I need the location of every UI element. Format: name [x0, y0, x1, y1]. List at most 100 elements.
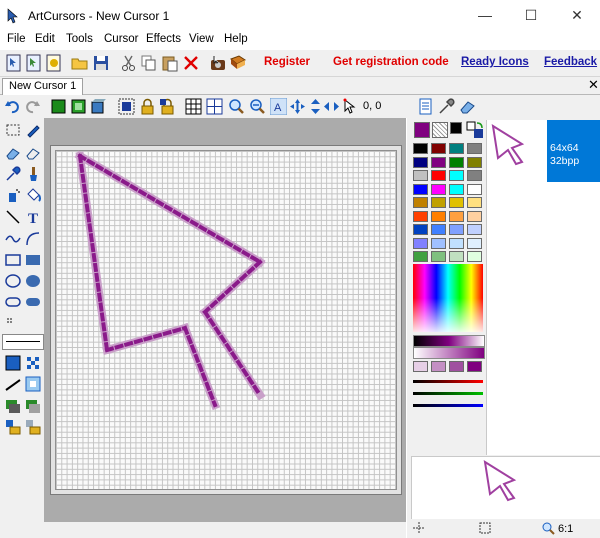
blue-slider[interactable]: [413, 404, 483, 407]
close-document-icon[interactable]: ✕: [588, 77, 599, 93]
lock-icon[interactable]: [139, 98, 156, 115]
red-slider[interactable]: [413, 380, 483, 383]
grid-2-icon[interactable]: [206, 98, 223, 115]
brightness-bar[interactable]: [413, 335, 485, 347]
menu-help[interactable]: Help: [224, 33, 248, 45]
color-swatch[interactable]: [413, 251, 428, 262]
eraser-tool-icon[interactable]: [5, 145, 21, 161]
redo-icon[interactable]: [24, 98, 41, 115]
pencil-icon[interactable]: [25, 122, 41, 138]
color-swatch[interactable]: [413, 237, 428, 249]
color-swatch[interactable]: [449, 170, 464, 181]
horizontal-scrollbar[interactable]: [44, 522, 406, 538]
color-swatch[interactable]: [413, 210, 428, 222]
lock-tool-2-icon[interactable]: [25, 419, 41, 435]
color-swatch[interactable]: [431, 224, 446, 235]
brush-icon[interactable]: [25, 166, 41, 182]
close-button[interactable]: ✕: [554, 0, 600, 31]
color-swatch[interactable]: [467, 170, 482, 181]
color-swatch[interactable]: [413, 143, 428, 154]
delete-icon[interactable]: [182, 54, 200, 72]
rounded-rect-outline-icon[interactable]: [5, 294, 21, 310]
color-swatch[interactable]: [431, 237, 446, 249]
menu-effects[interactable]: Effects: [146, 33, 181, 45]
color-swatch[interactable]: [431, 210, 446, 222]
open-folder-icon[interactable]: [71, 54, 89, 72]
lock-tool-icon[interactable]: [5, 419, 21, 435]
menu-edit[interactable]: Edit: [35, 33, 55, 45]
grid-icon[interactable]: [185, 98, 202, 115]
ellipse-filled-icon[interactable]: [25, 273, 41, 289]
menu-tools[interactable]: Tools: [66, 33, 93, 45]
color-swatch[interactable]: [449, 156, 464, 168]
lock-2-icon[interactable]: [159, 98, 176, 115]
dots-icon[interactable]: [5, 314, 21, 330]
arc-icon[interactable]: [25, 231, 41, 247]
layer-green-icon[interactable]: [5, 398, 21, 414]
color-swatch[interactable]: [467, 183, 482, 195]
transparent-color-swatch[interactable]: [432, 122, 448, 138]
saturation-bar[interactable]: [413, 347, 485, 359]
color-picker-icon[interactable]: [5, 166, 21, 182]
spray-icon[interactable]: [5, 187, 21, 203]
color-swatch[interactable]: [413, 183, 428, 195]
menu-view[interactable]: View: [189, 33, 214, 45]
frame-green-icon[interactable]: [50, 98, 67, 115]
cut-icon[interactable]: [120, 54, 138, 72]
undo-icon[interactable]: [4, 98, 21, 115]
vertical-arrows-icon[interactable]: [307, 98, 324, 115]
text-antialias-icon[interactable]: A: [270, 98, 287, 115]
zoom-in-icon[interactable]: [228, 98, 245, 115]
color-swatch[interactable]: [467, 156, 482, 168]
color-swatch[interactable]: [413, 170, 428, 181]
new-cursor-icon[interactable]: [5, 54, 23, 72]
horizontal-arrows-icon[interactable]: [323, 98, 340, 115]
new-icon-icon[interactable]: [45, 54, 63, 72]
line-icon[interactable]: [5, 209, 21, 225]
rect-select-icon[interactable]: [5, 122, 21, 138]
primary-color-swatch[interactable]: [414, 122, 430, 138]
get-registration-code-link[interactable]: Get registration code: [333, 56, 449, 68]
color-swatch[interactable]: [449, 183, 464, 195]
color-swatch[interactable]: [449, 251, 464, 262]
color-swatch[interactable]: [431, 170, 446, 181]
curve-icon[interactable]: [5, 231, 21, 247]
menu-cursor[interactable]: Cursor: [104, 33, 139, 45]
move-icon[interactable]: [289, 98, 306, 115]
color-swatch[interactable]: [467, 237, 482, 249]
color-swatch[interactable]: [449, 197, 464, 208]
scatter-blue-icon[interactable]: [25, 355, 41, 371]
color-swatch[interactable]: [413, 197, 428, 208]
edit-doc-icon[interactable]: [417, 98, 434, 115]
color-spectrum[interactable]: [413, 264, 483, 332]
color-swatch[interactable]: [431, 197, 446, 208]
register-link[interactable]: Register: [264, 56, 310, 68]
color-swatch[interactable]: [467, 251, 482, 262]
color-swatch[interactable]: [431, 143, 446, 154]
frame-green-2-icon[interactable]: [70, 98, 87, 115]
eyedropper-icon[interactable]: [438, 98, 455, 115]
color-swatch[interactable]: [413, 156, 428, 168]
tab-new-cursor-1[interactable]: New Cursor 1: [2, 78, 84, 95]
color-swatch[interactable]: [449, 237, 464, 249]
save-icon[interactable]: [92, 54, 110, 72]
color-swatch[interactable]: [467, 143, 482, 154]
color-swatch[interactable]: [449, 224, 464, 235]
layer-gray-icon[interactable]: [25, 398, 41, 414]
select-transparent-icon[interactable]: [118, 98, 135, 115]
color-swatch[interactable]: [431, 183, 446, 195]
color-swatch[interactable]: [413, 224, 428, 235]
rounded-rect-filled-icon[interactable]: [25, 294, 41, 310]
menu-file[interactable]: File: [7, 33, 26, 45]
feedback-link[interactable]: Feedback: [544, 56, 597, 68]
frame-3d-icon[interactable]: [90, 98, 107, 115]
diagonal-line-icon[interactable]: [5, 376, 21, 392]
fill-bucket-icon[interactable]: [25, 187, 41, 203]
ellipse-outline-icon[interactable]: [5, 273, 21, 289]
square-frame-icon[interactable]: [25, 376, 41, 392]
secondary-color-swatch[interactable]: [450, 122, 462, 134]
swap-colors-icon[interactable]: [466, 121, 484, 139]
capture-cursor-icon[interactable]: [209, 54, 227, 72]
eraser-2-icon[interactable]: [25, 145, 41, 161]
green-slider[interactable]: [413, 392, 483, 395]
